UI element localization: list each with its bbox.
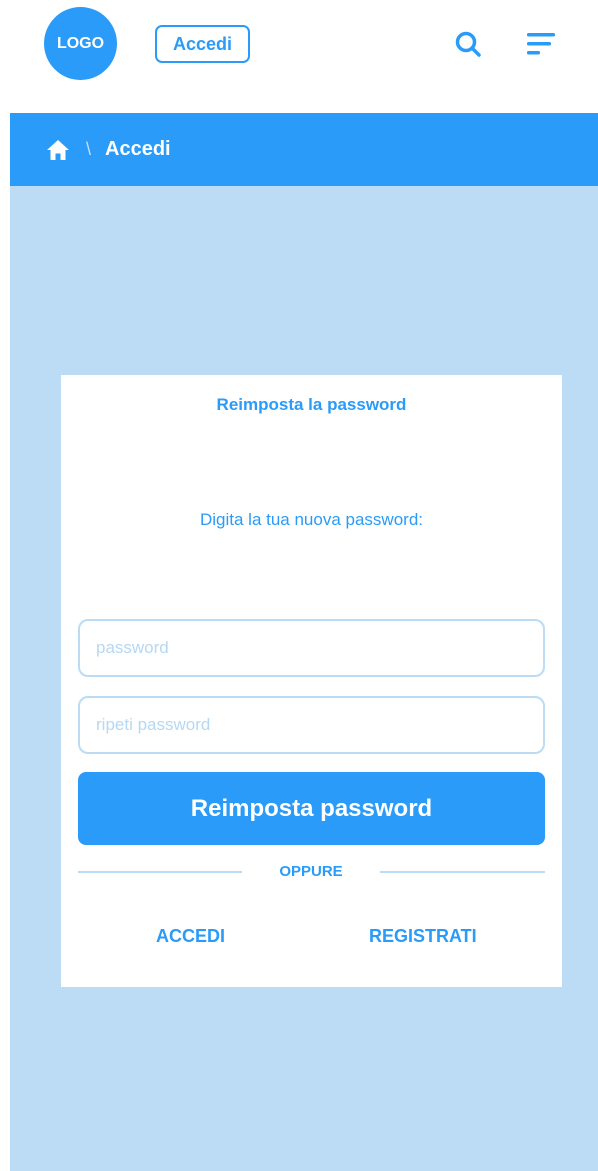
breadcrumb-current: Accedi — [105, 138, 171, 160]
password-field[interactable] — [78, 619, 545, 677]
divider-text: OPPURE — [279, 863, 343, 880]
hamburger-menu-icon[interactable] — [524, 28, 558, 60]
divider-line-right — [380, 871, 545, 873]
reset-password-card: Reimposta la password Digita la tua nuov… — [61, 375, 562, 987]
page: LOGO Accedi \ Accedi Reimposta la passwo — [0, 0, 598, 1171]
header: LOGO Accedi — [0, 0, 598, 112]
reset-password-button[interactable]: Reimposta password — [78, 772, 545, 845]
login-button[interactable]: Accedi — [155, 25, 250, 63]
login-link[interactable]: ACCEDI — [156, 926, 225, 947]
breadcrumb-separator: \ — [86, 139, 92, 159]
card-subtitle: Digita la tua nuova password: — [199, 510, 424, 529]
search-icon[interactable] — [452, 28, 484, 60]
divider-line-left — [78, 871, 242, 873]
repeat-password-field[interactable] — [78, 696, 545, 754]
logo[interactable]: LOGO — [44, 7, 117, 80]
breadcrumb: \ Accedi — [10, 113, 598, 186]
register-link[interactable]: REGISTRATI — [369, 926, 477, 947]
card-title: Reimposta la password — [216, 395, 407, 414]
home-icon[interactable] — [46, 138, 72, 162]
